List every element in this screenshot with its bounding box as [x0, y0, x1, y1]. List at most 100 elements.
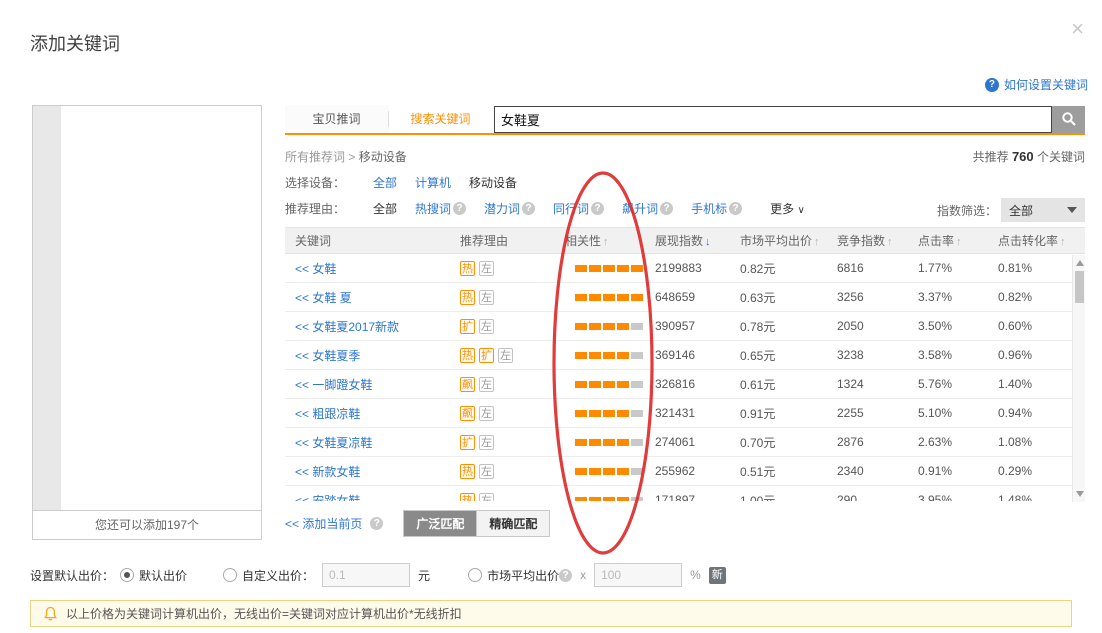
new-badge: 新 [709, 567, 726, 584]
market-avg-radio[interactable] [468, 568, 482, 582]
relevance-segment [617, 352, 629, 359]
reason-badges: 扩左 [450, 435, 555, 450]
page-title: 添加关键词 [30, 30, 120, 56]
keyword-add-link[interactable]: << 安踏女鞋 [295, 494, 360, 502]
breadcrumb-all[interactable]: 所有推荐词 [285, 150, 345, 164]
total-count-value: 760 [1012, 149, 1034, 164]
cell-competition: 2050 [827, 319, 908, 333]
question-icon: ? [729, 202, 742, 215]
table-row: << 女鞋夏2017新款扩左3909570.78元20503.50%0.60% [285, 312, 1085, 341]
cell-avg_bid: 0.61元 [730, 376, 827, 393]
help-link[interactable]: ? 如何设置关键词 [985, 76, 1088, 93]
cell-ctr: 5.10% [908, 406, 988, 420]
add-keywords-dialog: 添加关键词 × ? 如何设置关键词 您还可以添加197个 宝贝推词 搜索关键词 … [0, 0, 1102, 633]
relevance-segment [575, 439, 587, 446]
scroll-down-icon[interactable] [1076, 491, 1084, 497]
reason-badges: 热左 [450, 464, 555, 479]
relevance-segment [617, 323, 629, 330]
relevance-segment [603, 497, 615, 501]
relevance-segment [617, 439, 629, 446]
scroll-up-icon[interactable] [1076, 260, 1084, 266]
reason-badge-左: 左 [479, 290, 494, 305]
reason-option-peer[interactable]: 同行词? [553, 200, 604, 217]
question-icon: ? [985, 78, 999, 92]
device-filter-row: 选择设备： 全部 计算机 移动设备 [285, 174, 1085, 191]
cell-cvr: 0.29% [988, 464, 1073, 478]
cell-competition: 6816 [827, 261, 908, 275]
relevance-bars [575, 439, 643, 446]
keyword-add-link[interactable]: << 粗跟凉鞋 [295, 407, 360, 421]
question-icon: ? [591, 202, 604, 215]
cell-avg_bid: 0.65元 [730, 347, 827, 364]
keyword-add-link[interactable]: << 女鞋夏2017新款 [295, 320, 399, 334]
reason-badge-左: 左 [498, 348, 513, 363]
cell-ctr: 3.37% [908, 290, 988, 304]
relevance-segment [603, 323, 615, 330]
index-filter-dropdown[interactable]: 全部 [1001, 198, 1085, 222]
reason-badge-扩: 扩 [460, 435, 475, 450]
cell-impressions: 2199883 [645, 261, 730, 275]
default-bid-radio[interactable] [120, 568, 134, 582]
keyword-add-link[interactable]: << 女鞋夏凉鞋 [295, 436, 372, 450]
reason-badges: 热左 [450, 261, 555, 276]
relevance-segment [575, 323, 587, 330]
column-header-5[interactable]: 市场平均出价↑ [730, 232, 827, 249]
tab-bar: 宝贝推词 搜索关键词 [285, 105, 1085, 135]
cell-competition: 2255 [827, 406, 908, 420]
device-option-pc[interactable]: 计算机 [415, 174, 451, 191]
tab-product-recommend[interactable]: 宝贝推词 [285, 105, 388, 133]
relevance-bars [575, 410, 643, 417]
table-body: << 女鞋热左21998830.82元68161.77%0.81%<< 女鞋 夏… [285, 254, 1085, 501]
custom-bid-input[interactable] [322, 563, 410, 587]
column-header-4[interactable]: 展现指数↓ [645, 232, 730, 249]
device-option-mobile[interactable]: 移动设备 [469, 174, 517, 191]
more-filters-link[interactable]: 更多 ∨ [770, 200, 805, 217]
keyword-add-link[interactable]: << 女鞋 [295, 262, 336, 276]
question-icon: ? [559, 569, 572, 582]
reason-option-mobile-tag[interactable]: 手机标? [691, 200, 742, 217]
reason-badge-热: 热 [460, 290, 475, 305]
table-row: << 粗跟凉鞋飙左3214310.91元22555.10%0.94% [285, 399, 1085, 428]
breadcrumb: 所有推荐词 > 移动设备 [285, 148, 407, 165]
exact-match-button[interactable]: 精确匹配 [476, 511, 549, 536]
relevance-segment [603, 265, 615, 272]
keyword-add-link[interactable]: << 女鞋夏季 [295, 349, 360, 363]
cell-cvr: 0.94% [988, 406, 1073, 420]
relevance-segment [589, 323, 601, 330]
keyword-add-link[interactable]: << 一脚蹬女鞋 [295, 378, 372, 392]
market-percent-input[interactable] [594, 563, 682, 587]
column-header-6[interactable]: 竞争指数↑ [827, 232, 908, 249]
broad-match-button[interactable]: 广泛匹配 [404, 511, 476, 536]
search-input[interactable] [494, 106, 1052, 133]
custom-bid-radio[interactable] [223, 568, 237, 582]
keyword-add-link[interactable]: << 女鞋 夏 [295, 291, 352, 305]
close-icon[interactable]: × [1071, 18, 1084, 40]
reason-filter-row: 推荐理由： 全部 热搜词? 潜力词? 同行词? 飙升词? 手机标? 更多 ∨ 指… [285, 200, 1085, 217]
relevance-segment [575, 410, 587, 417]
reason-option-soaring[interactable]: 飙升词? [622, 200, 673, 217]
search-button[interactable] [1052, 106, 1085, 133]
column-header-3[interactable]: 相关性↑ [555, 232, 645, 249]
add-current-page-link[interactable]: << 添加当前页 [285, 515, 362, 532]
cell-cvr: 0.81% [988, 261, 1073, 275]
device-option-all[interactable]: 全部 [373, 174, 397, 191]
sort-asc-icon: ↑ [1060, 236, 1066, 248]
reason-option-potential[interactable]: 潜力词? [484, 200, 535, 217]
reason-badges: 热左 [450, 290, 555, 305]
relevance-segment [589, 497, 601, 501]
table-header-row: 关键词推荐理由相关性↑展现指数↓市场平均出价↑竞争指数↑点击率↑点击转化率↑ [285, 227, 1085, 254]
reason-option-hot[interactable]: 热搜词? [415, 200, 466, 217]
table-scrollbar[interactable] [1072, 255, 1085, 502]
column-header-1: 关键词 [285, 232, 450, 249]
tab-search-keywords[interactable]: 搜索关键词 [389, 105, 492, 133]
cell-cvr: 1.48% [988, 493, 1073, 501]
column-header-8[interactable]: 点击转化率↑ [988, 232, 1073, 249]
reason-badge-左: 左 [479, 406, 494, 421]
column-header-7[interactable]: 点击率↑ [908, 232, 988, 249]
scrollbar-thumb[interactable] [1075, 271, 1084, 303]
relevance-segment [603, 468, 615, 475]
reason-badge-热: 热 [460, 261, 475, 276]
cell-impressions: 171897 [645, 493, 730, 501]
keyword-add-link[interactable]: << 新款女鞋 [295, 465, 360, 479]
reason-option-all[interactable]: 全部 [373, 200, 397, 217]
